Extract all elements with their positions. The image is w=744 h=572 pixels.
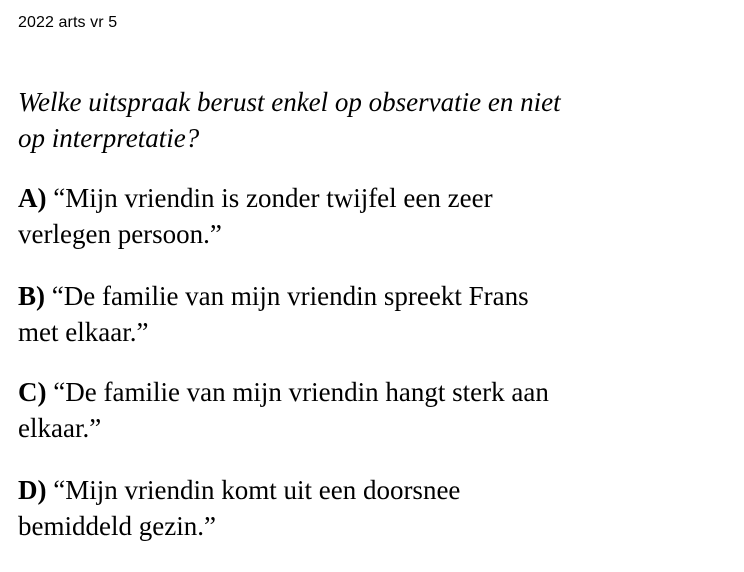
option-d-text-1: “Mijn vriendin komt uit een doorsnee xyxy=(46,475,461,505)
option-d-line-2: bemiddeld gezin.” xyxy=(18,511,216,541)
option-c-letter: C) xyxy=(18,377,47,407)
option-c-line-1: C) “De familie van mijn vriendin hangt s… xyxy=(18,374,730,410)
slide: 2022 arts vr 5 Welke uitspraak berust en… xyxy=(0,0,744,572)
answer-option-a: A) “Mijn vriendin is zonder twijfel een … xyxy=(18,180,730,252)
question-line-1: Welke uitspraak berust enkel op observat… xyxy=(18,87,561,117)
option-b-line-1: B) “De familie van mijn vriendin spreekt… xyxy=(18,278,730,314)
option-d-line-1: D) “Mijn vriendin komt uit een doorsnee xyxy=(18,472,730,508)
option-a-line-2: verlegen persoon.” xyxy=(18,219,222,249)
question-line-2: op interpretatie? xyxy=(18,123,200,153)
option-c-text-1: “De familie van mijn vriendin hangt ster… xyxy=(46,377,549,407)
option-d-letter: D) xyxy=(18,475,47,505)
option-c-line-2: elkaar.” xyxy=(18,413,102,443)
option-a-letter: A) xyxy=(18,183,47,213)
option-b-text-1: “De familie van mijn vriendin spreekt Fr… xyxy=(45,281,529,311)
option-a-line-1: A) “Mijn vriendin is zonder twijfel een … xyxy=(18,180,730,216)
option-a-text-1: “Mijn vriendin is zonder twijfel een zee… xyxy=(46,183,493,213)
option-b-line-2: met elkaar.” xyxy=(18,317,149,347)
question-text: Welke uitspraak berust enkel op observat… xyxy=(18,84,718,156)
option-b-letter: B) xyxy=(18,281,45,311)
answer-option-d: D) “Mijn vriendin komt uit een doorsnee … xyxy=(18,472,730,544)
question-source-label: 2022 arts vr 5 xyxy=(18,14,118,31)
answer-option-b: B) “De familie van mijn vriendin spreekt… xyxy=(18,278,730,350)
answer-option-c: C) “De familie van mijn vriendin hangt s… xyxy=(18,374,730,446)
